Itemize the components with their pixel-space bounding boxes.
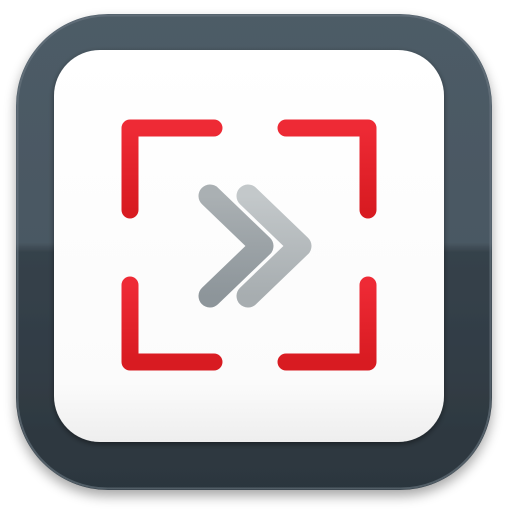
icon-stage [0,0,512,512]
fast-forward-frame-icon[interactable] [0,0,512,512]
